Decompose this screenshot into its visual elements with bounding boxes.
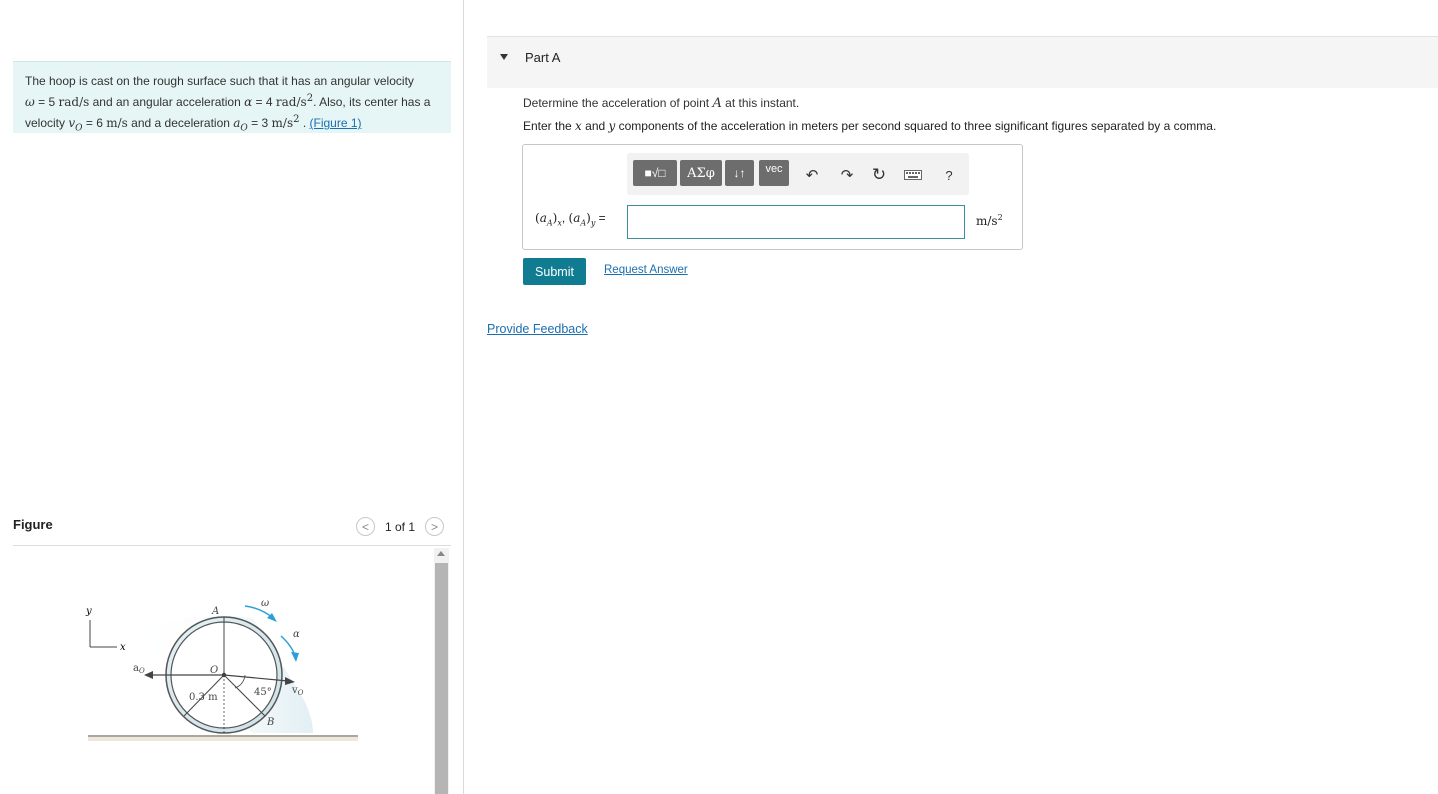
prev-figure-button[interactable]: < [356, 517, 375, 536]
figure-scrollbar[interactable] [434, 548, 449, 794]
keyboard-icon[interactable] [903, 165, 923, 185]
divider [13, 545, 451, 546]
caret-down-icon[interactable] [500, 54, 508, 60]
question-prompt: Determine the acceleration of point A at… [523, 96, 800, 111]
svg-text:aO: aO [133, 663, 145, 675]
x-axis-label: x [120, 642, 126, 653]
templates-button[interactable]: ■√□ [633, 160, 677, 186]
figure-heading: Figure [13, 517, 53, 532]
next-figure-button[interactable]: > [425, 517, 445, 536]
svg-text:vO: vO [291, 685, 304, 697]
part-title: Part A [525, 50, 561, 65]
figure-link[interactable]: (Figure 1) [310, 116, 362, 130]
reset-icon[interactable]: ↻ [869, 165, 889, 185]
scroll-up-icon[interactable] [437, 551, 445, 556]
provide-feedback-link[interactable]: Provide Feedback [487, 322, 588, 336]
left-panel: The hoop is cast on the rough surface su… [0, 0, 464, 794]
svg-text:0.3 m: 0.3 m [189, 692, 218, 703]
greek-symbols-button[interactable]: ΑΣφ [680, 160, 722, 186]
y-axis-label: y [85, 606, 92, 617]
undo-icon[interactable]: ↶ [802, 165, 822, 185]
answer-label: (aA)x, (aA)y = [535, 211, 606, 228]
subscript-superscript-button[interactable]: ↓↑ [725, 160, 754, 186]
math-toolbar: ■√□ ΑΣφ ↓↑ vec ↶ ↷ ↻ ? [627, 153, 969, 195]
submit-button[interactable]: Submit [523, 258, 586, 285]
svg-text:B: B [266, 717, 274, 728]
svg-text:A: A [211, 606, 219, 617]
help-icon[interactable]: ? [939, 165, 959, 185]
figure-pager: < 1 of 1 > [356, 516, 445, 537]
answer-unit: m/s2 [976, 213, 1003, 228]
hoop-figure: y x A ω α aO O 45° vO 0.3 m B [85, 598, 358, 741]
svg-text:ω: ω [261, 598, 269, 609]
request-answer-link[interactable]: Request Answer [604, 264, 688, 276]
answer-input[interactable] [627, 205, 965, 239]
scroll-thumb[interactable] [435, 563, 448, 794]
problem-statement: The hoop is cast on the rough surface su… [13, 61, 451, 133]
answer-instructions: Enter the x and y components of the acce… [523, 119, 1217, 133]
svg-text:α: α [293, 629, 300, 640]
answer-box: ■√□ ΑΣφ ↓↑ vec ↶ ↷ ↻ ? (aA)x, (aA)y = m/… [522, 144, 1023, 250]
svg-text:45°: 45° [254, 687, 272, 698]
part-a-header[interactable]: Part A [487, 36, 1438, 88]
figure-page-count: 1 of 1 [385, 519, 416, 534]
vector-button[interactable]: vec [759, 160, 789, 186]
svg-text:O: O [210, 665, 218, 676]
redo-icon[interactable]: ↷ [837, 165, 857, 185]
coordinate-axes: y x [85, 606, 126, 653]
